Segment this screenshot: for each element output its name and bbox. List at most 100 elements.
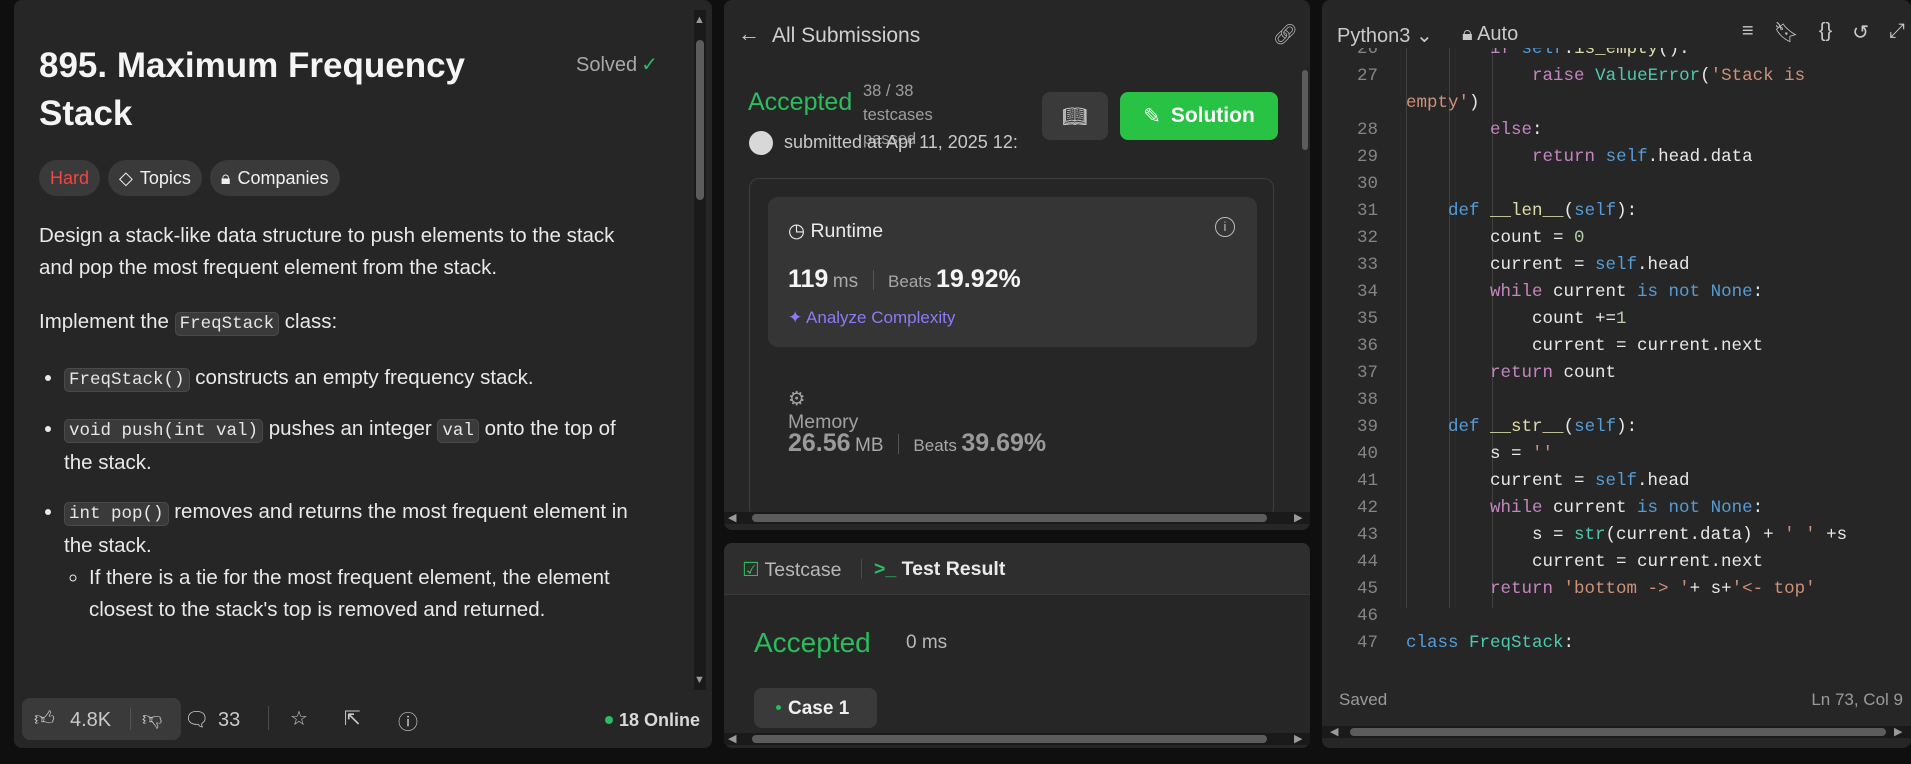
scroll-down-arrow[interactable]: ▼	[694, 674, 705, 686]
terminal-icon: >_	[874, 558, 902, 580]
language-select[interactable]: Python3 ⌄	[1337, 23, 1433, 48]
code-line[interactable]: return self.head.data	[1406, 147, 1753, 167]
description-scrollbar[interactable]: ▲ ▼	[694, 10, 706, 690]
submission-scrollbar-h[interactable]: ◀ ▶	[724, 512, 1310, 524]
chip-icon: ⚙	[788, 388, 806, 410]
book-icon: 📖︎	[1062, 105, 1088, 128]
help-icon[interactable]: ⓘ	[398, 706, 418, 735]
code-line[interactable]: s = ''	[1406, 444, 1553, 464]
code-line[interactable]: current = self.head	[1406, 255, 1690, 275]
tab-test-result[interactable]: >_ Test Result	[874, 558, 1005, 581]
scroll-right-arrow[interactable]: ▶	[1294, 733, 1302, 745]
code-token: def	[1448, 201, 1480, 221]
runtime-label: Runtime	[810, 220, 884, 242]
language-value: Python3	[1337, 25, 1411, 47]
companies-label: Companies	[237, 167, 329, 188]
code-token: is not	[1637, 282, 1701, 302]
tag-row: Hard ◇ Topics 🔒︎ Companies	[39, 160, 340, 196]
memory-unit: MB	[855, 435, 884, 456]
stats-card: ◷ Runtime i 119 ms Beats 19.92% ✦ Analyz…	[749, 178, 1274, 518]
code-token: return	[1490, 363, 1554, 383]
divider	[897, 434, 899, 454]
auto-mode-toggle[interactable]: 🔒︎ Auto	[1462, 23, 1518, 46]
runtime-card[interactable]: ◷ Runtime i 119 ms Beats 19.92% ✦ Analyz…	[768, 197, 1257, 347]
code-line[interactable]: current = current.next	[1406, 336, 1763, 356]
runtime-beats: 19.92%	[935, 265, 1021, 293]
thumbs-down-icon[interactable]: 👎︎	[142, 707, 162, 731]
case-tab[interactable]: Case 1	[754, 688, 877, 728]
share-icon[interactable]: ⇱	[344, 706, 361, 731]
code-line[interactable]: return count	[1406, 363, 1616, 383]
all-submissions-link[interactable]: All Submissions	[772, 24, 920, 48]
expand-icon[interactable]: ⤢	[1889, 20, 1905, 45]
star-icon[interactable]: ☆	[290, 706, 308, 731]
test-scrollbar-h[interactable]: ◀ ▶	[724, 733, 1310, 745]
analyze-complexity-link[interactable]: ✦ Analyze Complexity	[788, 308, 955, 328]
code-token: 'Stack is	[1710, 66, 1806, 86]
scroll-thumb[interactable]	[1350, 728, 1886, 736]
editor-scrollbar-h[interactable]: ◀ ▶	[1322, 726, 1911, 738]
scroll-right-arrow[interactable]: ▶	[1294, 512, 1302, 524]
code-line[interactable]: raise ValueError('Stack is	[1406, 66, 1805, 86]
list-item: FreqStack() constructs an empty frequenc…	[64, 362, 639, 396]
runtime-title: ◷ Runtime	[788, 219, 883, 243]
scroll-left-arrow[interactable]: ◀	[1330, 726, 1338, 738]
like-count[interactable]: 4.8K	[70, 709, 111, 732]
thumbs-up-icon[interactable]: 👍︎	[34, 707, 55, 731]
scroll-up-arrow[interactable]: ▲	[694, 14, 705, 26]
format-icon[interactable]: ≡	[1742, 20, 1754, 45]
scroll-thumb[interactable]	[752, 514, 1267, 522]
code-token: else	[1490, 120, 1533, 140]
lock-icon: 🔒︎	[1462, 23, 1478, 45]
code-token: ' '	[1784, 525, 1816, 545]
bookmark-icon[interactable]: 🔖︎	[1773, 20, 1798, 45]
submission-scrollbar-v[interactable]	[1302, 70, 1310, 500]
comment-icon[interactable]: 🗨︎	[184, 707, 209, 732]
code-line[interactable]: count = 0	[1406, 228, 1585, 248]
line-number: 41	[1356, 471, 1378, 491]
code-line[interactable]: class FreqStack:	[1406, 633, 1574, 653]
submission-status: Accepted	[748, 88, 853, 116]
braces-icon[interactable]: {}	[1819, 20, 1832, 45]
code-line[interactable]: if self.is_empty():	[1406, 48, 1690, 59]
sub-list-item: If there is a tie for the most frequent …	[89, 562, 639, 626]
code-line[interactable]: while current is not None:	[1406, 282, 1763, 302]
code-editor[interactable]: 26 if self.is_empty(): 27 raise ValueErro…	[1322, 48, 1911, 658]
code-token: return	[1532, 147, 1596, 167]
tab-testcase[interactable]: ☑ Testcase	[742, 558, 842, 582]
code-token: self	[1595, 255, 1638, 275]
scroll-thumb[interactable]	[696, 40, 704, 200]
link-icon[interactable]: 🔗︎	[1273, 22, 1298, 47]
code-line[interactable]: while current is not None:	[1406, 498, 1763, 518]
code-line[interactable]: count +=1	[1406, 309, 1627, 329]
code-line[interactable]: def __len__(self):	[1406, 201, 1637, 221]
cursor-position: Ln 73, Col 9	[1811, 690, 1903, 709]
code-line[interactable]: return 'bottom -> '+ s+'<- top'	[1406, 579, 1816, 599]
info-icon[interactable]: i	[1215, 217, 1235, 237]
code-line[interactable]: current = current.next	[1406, 552, 1763, 572]
topics-button[interactable]: ◇ Topics	[108, 160, 202, 196]
line-number: 35	[1356, 309, 1378, 329]
companies-button[interactable]: 🔒︎ Companies	[209, 160, 340, 196]
comment-count[interactable]: 33	[218, 709, 240, 732]
scroll-thumb[interactable]	[752, 735, 1267, 743]
solution-button[interactable]: ✎ Solution	[1120, 92, 1278, 140]
scroll-right-arrow[interactable]: ▶	[1894, 726, 1902, 738]
scroll-left-arrow[interactable]: ◀	[728, 733, 736, 745]
method-code: FreqStack()	[64, 368, 190, 392]
reset-icon[interactable]: ↺	[1852, 20, 1869, 45]
description-paragraph: Design a stack-like data structure to pu…	[39, 224, 615, 279]
code-line[interactable]: else:	[1406, 120, 1543, 140]
code-line[interactable]: current = self.head	[1406, 471, 1690, 491]
back-arrow-icon[interactable]: ←	[738, 21, 760, 47]
code-line[interactable]: s = str(current.data) + ' ' +s	[1406, 525, 1847, 545]
code-token: ValueError	[1595, 66, 1701, 86]
code-line[interactable]: empty')	[1406, 93, 1480, 113]
editorial-button[interactable]: 📖︎	[1042, 92, 1108, 140]
check-circle-icon: ✓	[641, 54, 658, 76]
avatar[interactable]	[749, 131, 773, 155]
scroll-left-arrow[interactable]: ◀	[728, 512, 736, 524]
code-line[interactable]: def __str__(self):	[1406, 417, 1637, 437]
line-number: 31	[1356, 201, 1378, 221]
scroll-thumb[interactable]	[1302, 70, 1308, 150]
